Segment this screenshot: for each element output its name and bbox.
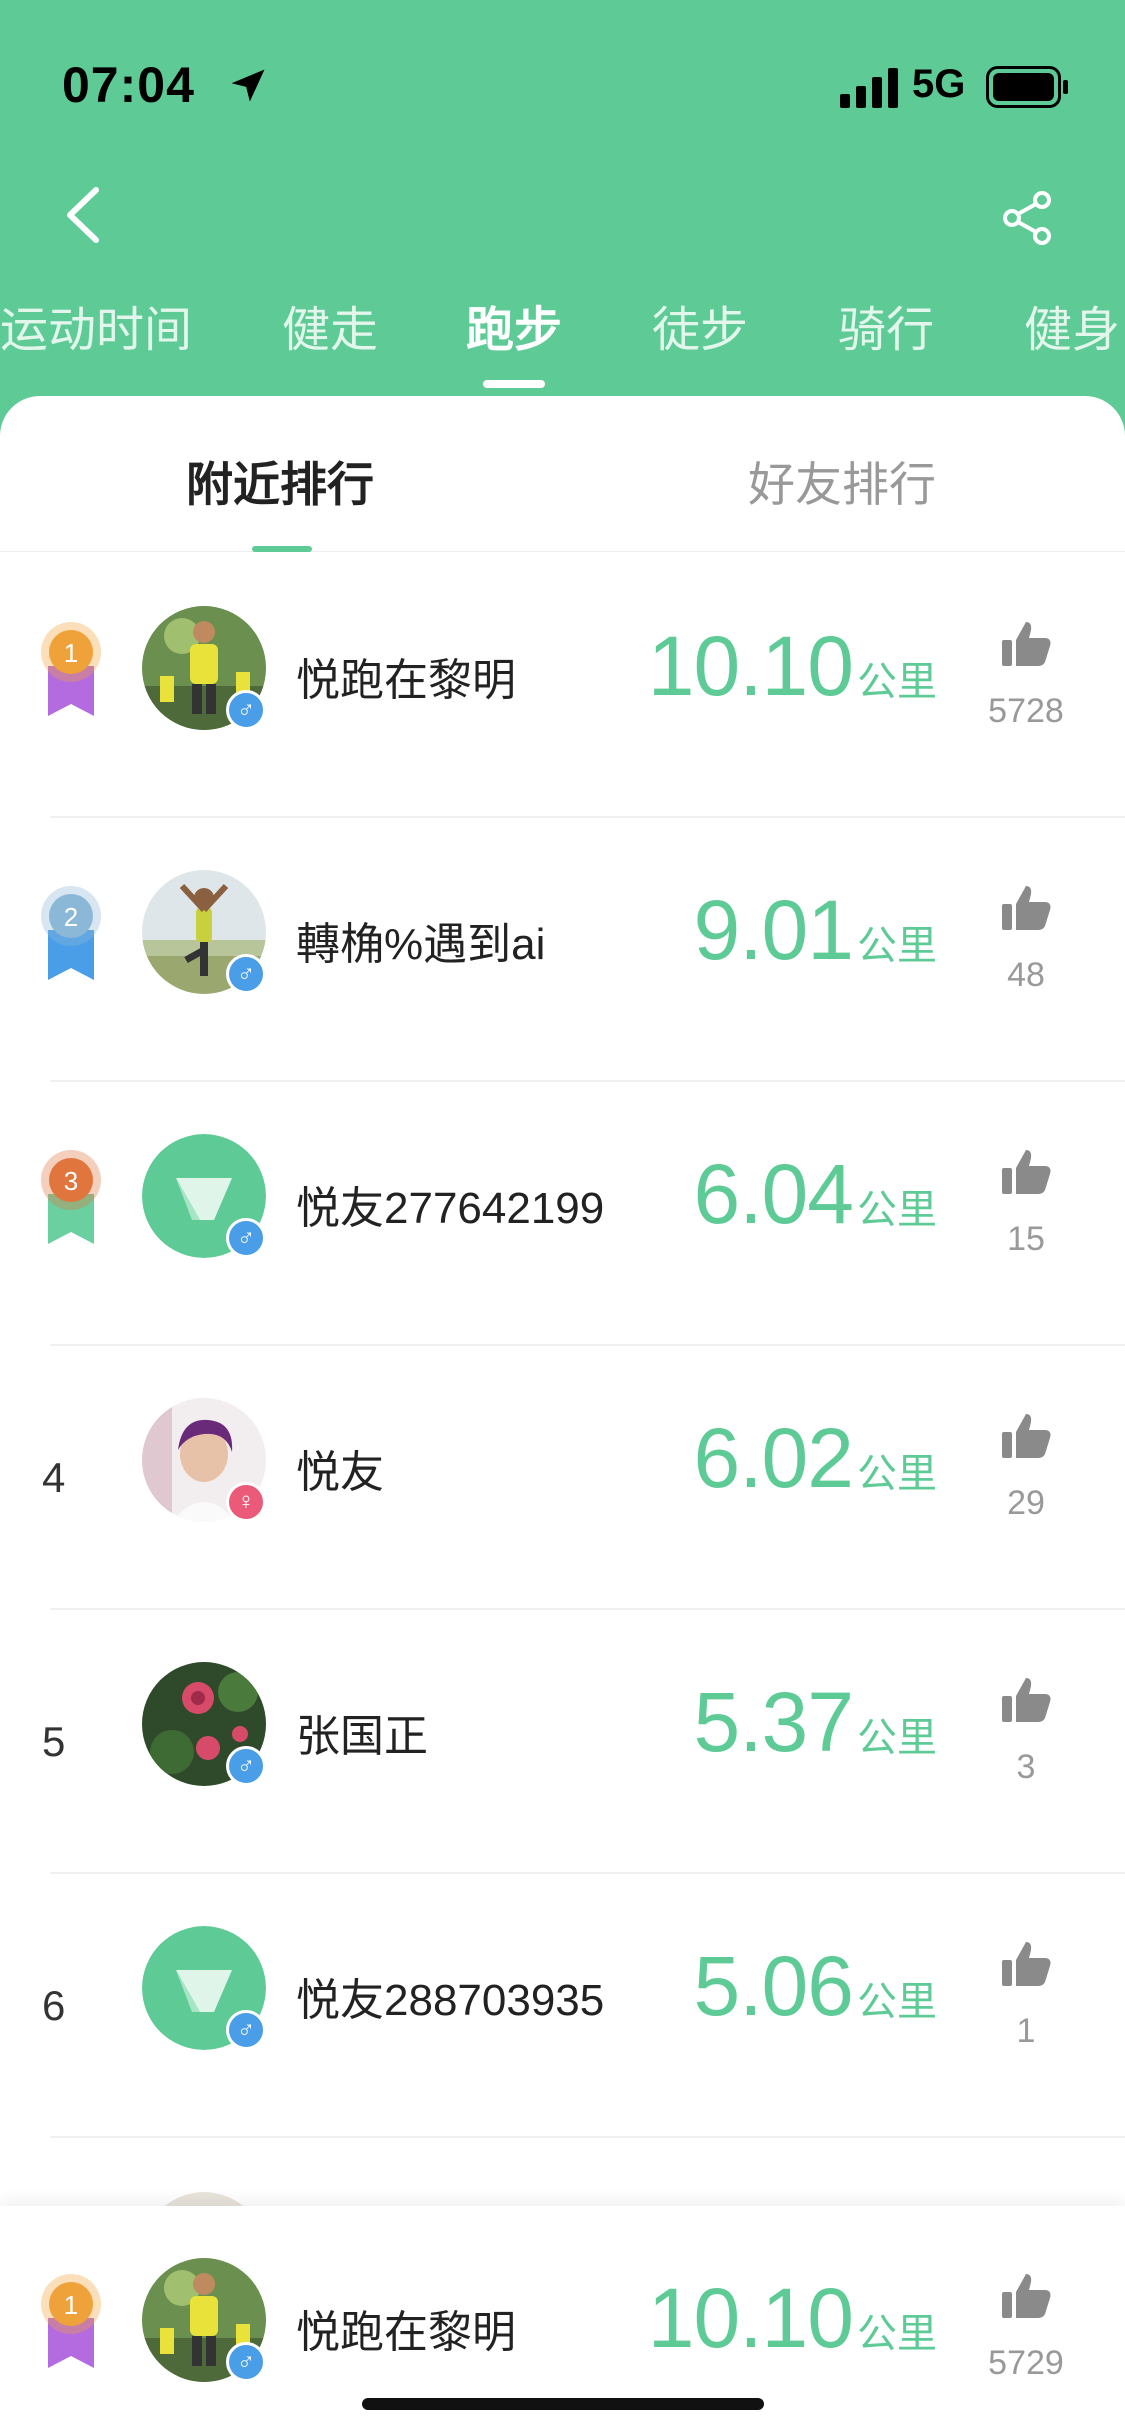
rank-number: 4	[42, 1454, 66, 1501]
rank-number: 5	[42, 1718, 66, 1765]
signal-icon	[840, 68, 898, 108]
tab-exercise-time[interactable]: 运动时间	[0, 290, 192, 370]
network-type: 5G	[912, 62, 966, 106]
gender-female-icon: ♀	[226, 1482, 266, 1522]
medal-gold-icon: 1	[38, 620, 104, 720]
svg-text:1: 1	[64, 2290, 78, 2320]
ranking-row[interactable]: 5 ♂ 张国正 5.37 公里 3	[0, 1610, 1125, 1874]
distance: 6.04 公里	[694, 1146, 938, 1243]
battery-icon	[986, 66, 1068, 108]
sport-tabs: 运动时间 健走 跑步 徒步 骑行 健身	[0, 290, 1125, 390]
ranking-row[interactable]: 4 ♀ 悦友 6.02 公里 29	[0, 1346, 1125, 1610]
back-button[interactable]	[56, 180, 112, 250]
location-arrow-icon	[231, 69, 265, 102]
rank-number: 6	[42, 1982, 66, 2029]
distance-unit: 公里	[857, 660, 937, 704]
thumbs-up-icon[interactable]	[1000, 1674, 1052, 1726]
distance: 10.10 公里	[648, 618, 937, 715]
svg-text:3: 3	[64, 1166, 78, 1196]
distance-unit: 公里	[857, 1452, 937, 1496]
gender-male-icon: ♂	[226, 954, 266, 994]
tab-fitness[interactable]: 健身	[1024, 290, 1120, 370]
tab-walking[interactable]: 健走	[282, 290, 378, 370]
like-count: 15	[1007, 1220, 1045, 1258]
username[interactable]: 悦跑在黎明	[296, 644, 516, 708]
gender-male-icon: ♂	[226, 2342, 266, 2382]
rank-tab-indicator	[252, 546, 312, 552]
medal-bronze-icon: 3	[38, 1148, 104, 1248]
distance-value: 5.06	[693, 1939, 854, 2033]
ranking-card: 附近排行 好友排行 1 ♂ 悦跑在黎明 10.10 公里 5728 2 ♂ 轉桷%遇到ai 9.0…	[0, 396, 1125, 2436]
distance: 5.06 公里	[694, 1938, 938, 2035]
username[interactable]: 轉桷%遇到ai	[296, 908, 545, 972]
tab-cycling[interactable]: 骑行	[838, 290, 934, 370]
distance-unit: 公里	[857, 1980, 937, 2024]
distance-value: 6.02	[693, 1411, 854, 1505]
status-time: 07:04	[62, 57, 195, 113]
share-button[interactable]	[1000, 190, 1056, 246]
tab-friend-ranking[interactable]: 好友排行	[748, 446, 936, 515]
home-indicator	[362, 2398, 764, 2410]
ranking-row[interactable]: 1 ♂ 悦跑在黎明 10.10 公里 5728	[0, 554, 1125, 818]
distance-unit: 公里	[857, 1188, 937, 1232]
distance-value: 5.37	[693, 1675, 854, 1769]
distance-value: 10.10	[647, 2271, 854, 2365]
distance: 9.01 公里	[694, 882, 938, 979]
tab-hiking[interactable]: 徒步	[652, 290, 748, 370]
gender-male-icon: ♂	[226, 1746, 266, 1786]
distance-value: 6.04	[693, 1147, 854, 1241]
tab-nearby-ranking[interactable]: 附近排行	[186, 446, 374, 515]
ranking-row[interactable]: 6 ♂ 悦友288703935 5.06 公里 1	[0, 1874, 1125, 2138]
thumbs-up-icon[interactable]	[1000, 618, 1052, 670]
divider	[50, 2136, 1125, 2138]
ranking-row[interactable]: 2 ♂ 轉桷%遇到ai 9.01 公里 48	[0, 818, 1125, 1082]
username[interactable]: 悦友	[296, 1436, 384, 1500]
username[interactable]: 张国正	[296, 1700, 428, 1764]
tab-running[interactable]: 跑步	[466, 290, 562, 370]
svg-text:2: 2	[64, 902, 78, 932]
thumbs-up-icon[interactable]	[1000, 1410, 1052, 1462]
distance-value: 9.01	[693, 883, 854, 977]
medal-silver-icon: 2	[38, 884, 104, 984]
thumbs-up-icon[interactable]	[1000, 1146, 1052, 1198]
ranking-row[interactable]: 3 ♂ 悦友277642199 6.04 公里 15	[0, 1082, 1125, 1346]
gender-male-icon: ♂	[226, 690, 266, 730]
thumbs-up-icon[interactable]	[1000, 882, 1052, 934]
like-count: 5729	[988, 2344, 1064, 2382]
thumbs-up-icon[interactable]	[1000, 2270, 1052, 2322]
username[interactable]: 悦友277642199	[296, 1172, 604, 1236]
like-count: 29	[1007, 1484, 1045, 1522]
like-count: 1	[1016, 2012, 1036, 2050]
gender-male-icon: ♂	[226, 2010, 266, 2050]
rank-tabs: 附近排行 好友排行	[0, 396, 1125, 552]
sport-tab-indicator	[483, 380, 545, 388]
like-count: 3	[1016, 1748, 1036, 1786]
distance-unit: 公里	[857, 924, 937, 968]
gender-male-icon: ♂	[226, 1218, 266, 1258]
distance-unit: 公里	[857, 1716, 937, 1760]
distance: 6.02 公里	[694, 1410, 938, 1507]
username[interactable]: 悦跑在黎明	[296, 2296, 516, 2360]
thumbs-up-icon[interactable]	[1000, 1938, 1052, 1990]
medal-gold-icon: 1	[38, 2272, 104, 2372]
status-bar: 07:04 5G	[0, 0, 1125, 150]
svg-text:1: 1	[64, 638, 78, 668]
distance-unit: 公里	[857, 2312, 937, 2356]
like-count: 48	[1007, 956, 1045, 994]
like-count: 5728	[988, 692, 1064, 730]
distance: 5.37 公里	[694, 1674, 938, 1771]
username[interactable]: 悦友288703935	[296, 1964, 604, 2028]
distance-value: 10.10	[647, 619, 854, 713]
distance: 10.10 公里	[648, 2270, 937, 2367]
